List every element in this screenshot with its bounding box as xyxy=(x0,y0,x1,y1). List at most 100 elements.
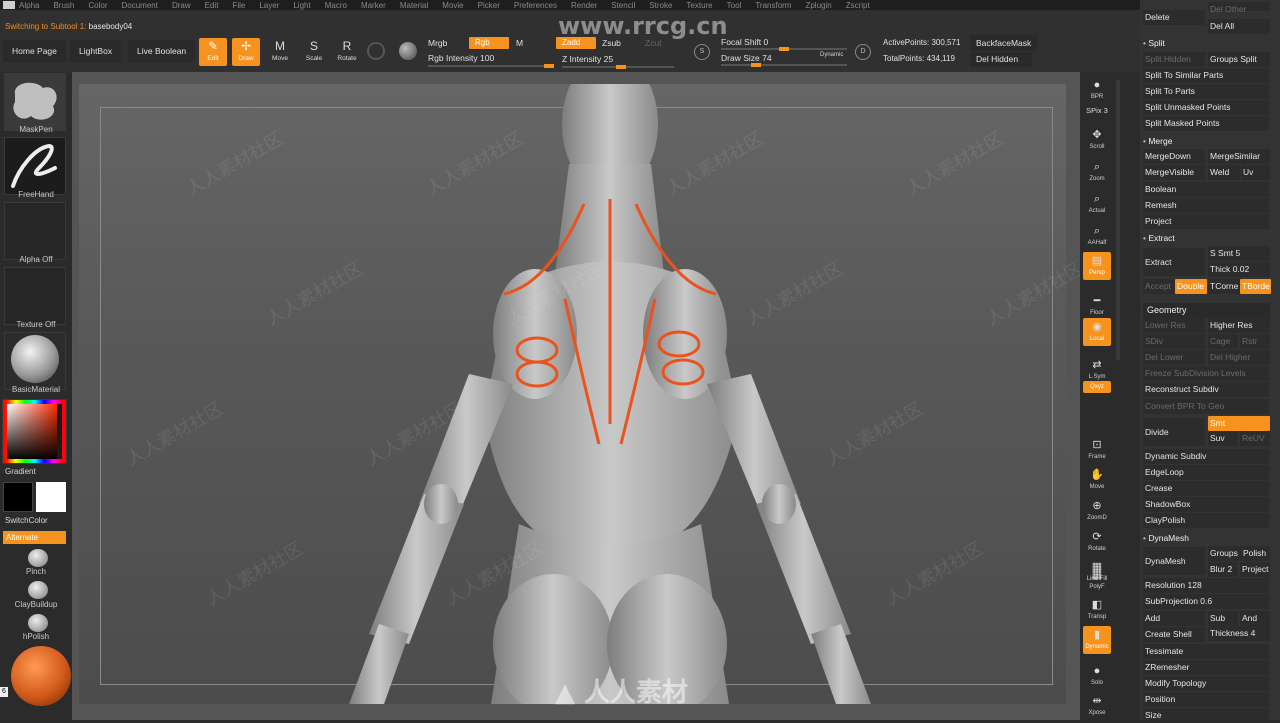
size-button[interactable]: Size xyxy=(1143,708,1269,723)
convert-bpr-button[interactable]: Convert BPR To Geo xyxy=(1143,399,1269,414)
view-move-view-button[interactable]: ✋ Move xyxy=(1083,466,1111,494)
menu-item[interactable]: File xyxy=(232,1,245,10)
menu-item[interactable]: Picker xyxy=(478,1,500,10)
tool-draw-button[interactable]: ✢ Draw xyxy=(232,38,260,66)
menu-item[interactable]: Material xyxy=(400,1,428,10)
view-lsym-button[interactable]: ⇄ L.Sym xyxy=(1083,356,1111,384)
backface-mask-button[interactable]: BackfaceMask xyxy=(970,35,1038,51)
cage-button[interactable]: Cage xyxy=(1208,334,1238,349)
dynamic-subdiv-button[interactable]: Dynamic Subdiv xyxy=(1143,449,1269,464)
menu-item[interactable]: Preferences xyxy=(514,1,557,10)
delete-button[interactable]: Delete xyxy=(1143,10,1205,25)
pinch-brush-icon[interactable] xyxy=(28,549,48,567)
split-hidden-button[interactable]: Split Hidden xyxy=(1143,52,1205,67)
and-button[interactable]: And xyxy=(1240,611,1270,626)
current-material-sphere[interactable] xyxy=(11,646,71,706)
tool-move-button[interactable]: M Move xyxy=(266,38,294,66)
menu-item[interactable]: Document xyxy=(122,1,158,10)
z-intensity-track[interactable] xyxy=(562,65,674,69)
main-color-swatch[interactable] xyxy=(3,482,33,512)
dynamesh-button[interactable]: DynaMesh xyxy=(1143,547,1205,575)
switch-color-button[interactable]: SwitchColor xyxy=(5,516,48,525)
view-transp-button[interactable]: ◧ Transp xyxy=(1083,596,1111,624)
merge-down-button[interactable]: MergeDown xyxy=(1143,149,1205,164)
claybuildup-brush-icon[interactable] xyxy=(28,581,48,599)
merge-visible-button[interactable]: MergeVisible xyxy=(1143,165,1205,180)
z-intensity-slider[interactable]: Z Intensity 25 xyxy=(562,54,613,64)
add-button[interactable]: Add xyxy=(1143,611,1205,626)
draw-d-icon[interactable]: D xyxy=(855,44,871,60)
geometry-header[interactable]: Geometry xyxy=(1143,303,1270,318)
del-hidden-button[interactable]: Del Hidden xyxy=(970,52,1032,67)
view-zoom-button[interactable]: ⌕ Zoom xyxy=(1083,158,1111,186)
dynamesh-project-button[interactable]: Project xyxy=(1240,562,1270,577)
split-masked-button[interactable]: Split Masked Points xyxy=(1143,116,1269,131)
menu-item[interactable]: Marker xyxy=(361,1,386,10)
smt-button[interactable]: Smt xyxy=(1208,416,1270,431)
groups-split-button[interactable]: Groups Split xyxy=(1208,52,1270,67)
secondary-color-swatch[interactable] xyxy=(36,482,66,512)
split-section[interactable]: Split xyxy=(1143,38,1165,48)
suv-button[interactable]: Suv xyxy=(1208,431,1238,446)
thickness-slider[interactable]: Thickness 4 xyxy=(1208,626,1270,641)
rgb-sphere-icon[interactable] xyxy=(399,42,417,60)
extract-button[interactable]: Extract xyxy=(1143,248,1205,276)
resolution-slider[interactable]: Resolution 128 xyxy=(1143,578,1269,593)
menu-item[interactable]: Tool xyxy=(727,1,742,10)
split-unmasked-button[interactable]: Split Unmasked Points xyxy=(1143,100,1269,115)
pinch-brush-label[interactable]: Pinch xyxy=(0,567,72,576)
dynamic-button[interactable]: Dynamic xyxy=(820,52,843,58)
s-smt-slider[interactable]: S Smt 5 xyxy=(1208,246,1270,261)
lightbox-button[interactable]: LightBox xyxy=(70,40,122,62)
view-dynamic-button[interactable]: ▮ Dynamic xyxy=(1083,626,1111,654)
thick-slider[interactable]: Thick 0.02 xyxy=(1208,262,1270,277)
reconstruct-subdiv-button[interactable]: Reconstruct Subdiv xyxy=(1143,382,1269,397)
material-thumbnail[interactable] xyxy=(4,332,66,390)
menu-item[interactable]: Transform xyxy=(755,1,791,10)
tessimate-button[interactable]: Tessimate xyxy=(1143,644,1269,659)
menu-item[interactable]: Draw xyxy=(172,1,191,10)
edgeloop-button[interactable]: EdgeLoop xyxy=(1143,465,1269,480)
right-shelf-scrollbar[interactable] xyxy=(1116,80,1120,360)
material-sphere-icon[interactable] xyxy=(367,42,385,60)
sdiv-slider[interactable]: SDiv xyxy=(1143,334,1205,349)
color-picker[interactable] xyxy=(2,399,67,464)
tool-edit-button[interactable]: ✎ Edit xyxy=(199,38,227,66)
tborde-button[interactable]: TBorde xyxy=(1240,279,1271,294)
texture-thumbnail[interactable] xyxy=(4,267,66,325)
view-actual-button[interactable]: ⌕ Actual xyxy=(1083,190,1111,218)
brush-thumbnail[interactable] xyxy=(4,73,66,131)
remesh-button[interactable]: Remesh xyxy=(1143,198,1269,213)
focal-s-icon[interactable]: S xyxy=(694,44,710,60)
crease-button[interactable]: Crease xyxy=(1143,481,1269,496)
draw-size-slider[interactable]: Draw Size 74 xyxy=(721,53,772,63)
zbrush-logo-icon[interactable] xyxy=(3,1,15,9)
view-frame-button[interactable]: ⊡ Frame xyxy=(1083,436,1111,464)
view-rotate-view-button[interactable]: ⟳ Rotate xyxy=(1083,528,1111,556)
subprojection-slider[interactable]: SubProjection 0.6 xyxy=(1143,594,1269,609)
view-local-button[interactable]: ◉ Local xyxy=(1083,318,1111,346)
live-boolean-button[interactable]: Live Boolean xyxy=(128,40,196,62)
shadowbox-button[interactable]: ShadowBox xyxy=(1143,497,1269,512)
reuv-button[interactable]: ReUV xyxy=(1240,431,1270,446)
menu-item[interactable]: Texture xyxy=(686,1,712,10)
menu-item[interactable]: Stencil xyxy=(611,1,635,10)
alternate-button[interactable]: Alternate xyxy=(3,531,66,544)
menu-item[interactable]: Brush xyxy=(53,1,74,10)
menu-item[interactable]: Render xyxy=(571,1,597,10)
tool-rotate-button[interactable]: R Rotate xyxy=(333,38,361,66)
hpolish-brush-icon[interactable] xyxy=(28,614,48,632)
merge-section[interactable]: Merge xyxy=(1143,136,1172,146)
menu-item[interactable]: Layer xyxy=(259,1,279,10)
view-solo-button[interactable]: ● Solo xyxy=(1083,662,1111,690)
menu-item[interactable]: Zscript xyxy=(846,1,870,10)
uv-button[interactable]: Uv xyxy=(1241,165,1270,180)
focal-shift-slider[interactable]: Focal Shift 0 xyxy=(721,37,768,47)
spix-label[interactable]: SPix 3 xyxy=(1083,106,1111,115)
view-zoom3d-button[interactable]: ⊕ ZoomD xyxy=(1083,497,1111,525)
home-page-button[interactable]: Home Page xyxy=(3,40,66,62)
view-aahalf-button[interactable]: ⌕ AAHalf xyxy=(1083,222,1111,250)
tool-scale-button[interactable]: S Scale xyxy=(300,38,328,66)
lower-res-button[interactable]: Lower Res xyxy=(1143,318,1205,333)
freeze-subdiv-button[interactable]: Freeze SubDivision Levels xyxy=(1143,366,1269,381)
